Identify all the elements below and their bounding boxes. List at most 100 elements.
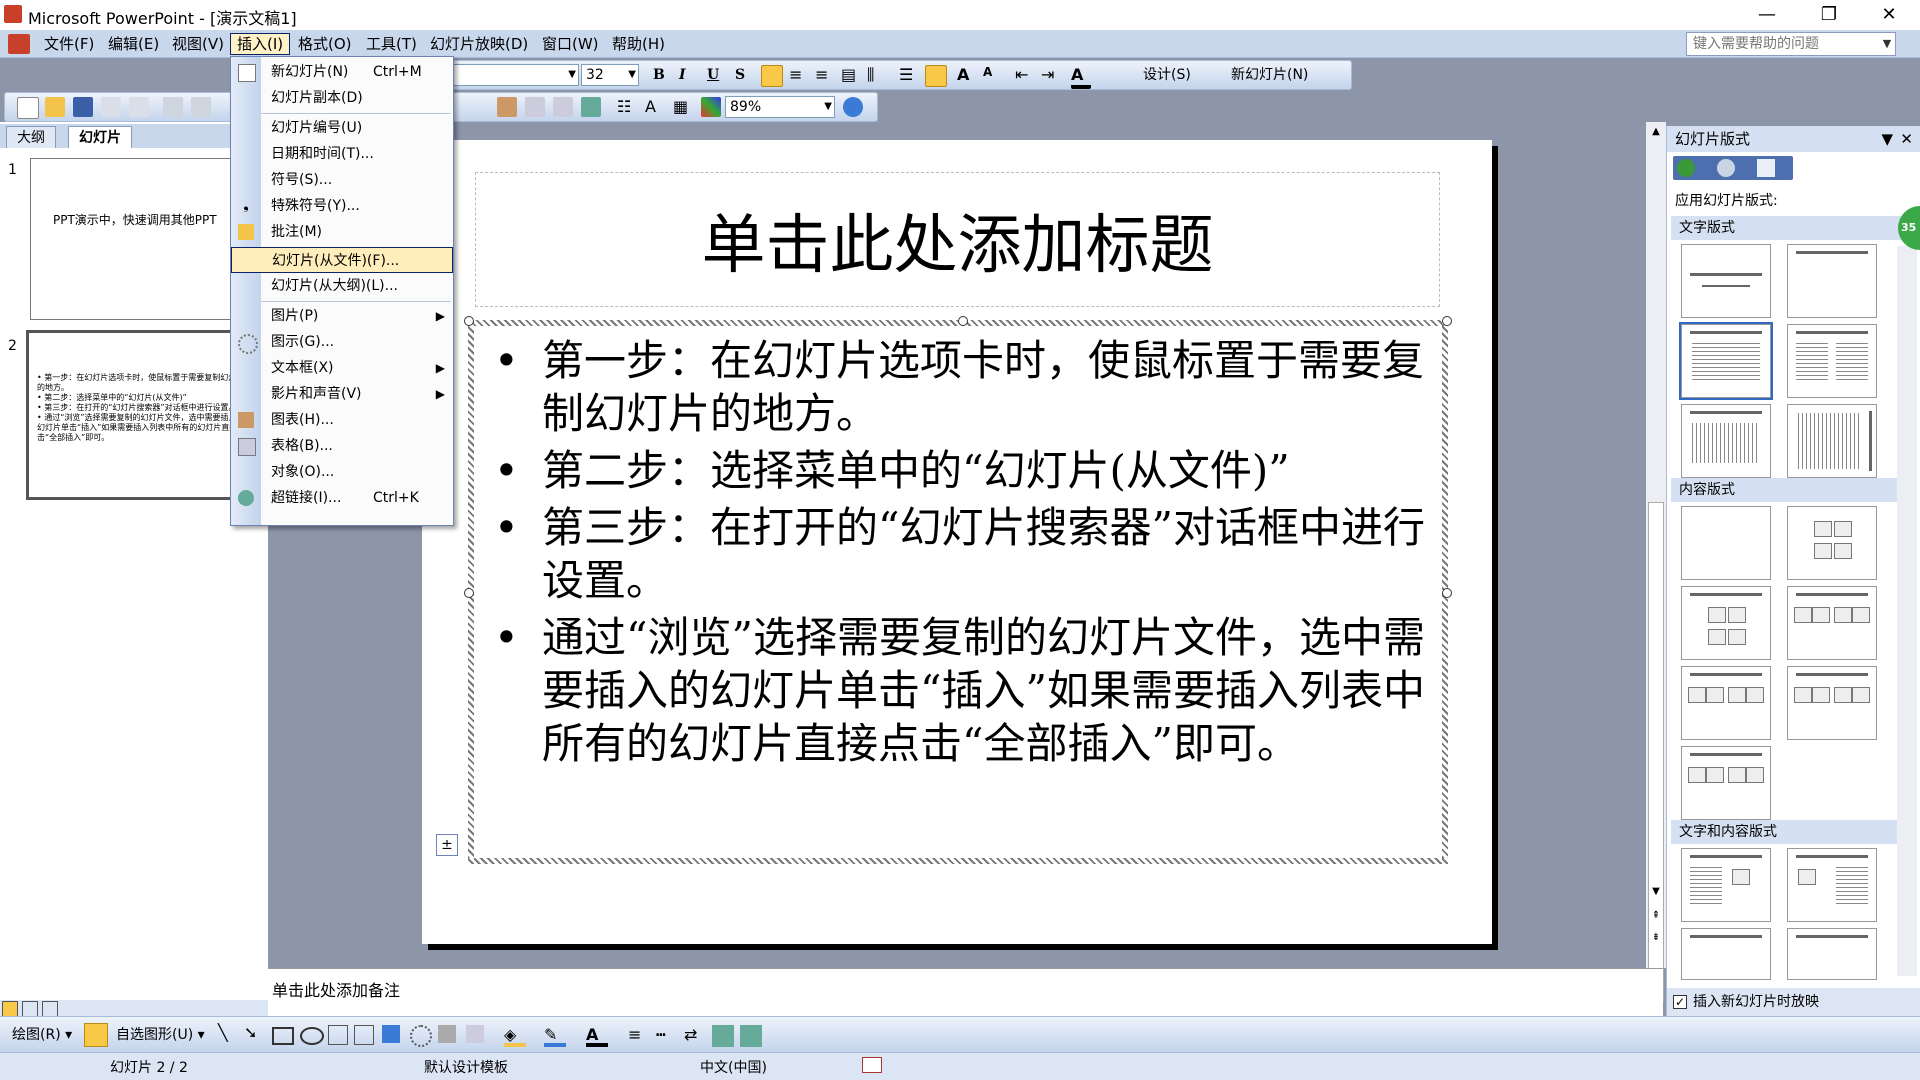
layout-title-two-content-two[interactable] <box>1787 666 1877 740</box>
align-center-icon[interactable]: ≡ <box>789 65 809 85</box>
insert-picture-icon[interactable] <box>466 1025 484 1043</box>
resize-handle[interactable] <box>464 588 474 598</box>
resize-handle[interactable] <box>958 316 968 326</box>
shadow-style-icon[interactable] <box>712 1025 734 1047</box>
layout-title-slide[interactable] <box>1681 244 1771 318</box>
layout-vertical-title-text[interactable] <box>1787 404 1877 478</box>
resize-handle[interactable] <box>1442 316 1452 326</box>
print-preview-icon[interactable] <box>191 97 211 117</box>
layout-two-content-text[interactable] <box>1787 928 1877 980</box>
shadow-button[interactable]: S <box>735 65 745 85</box>
underline-button[interactable]: U <box>707 65 719 85</box>
menu-item-textbox[interactable]: 文本框(X) ▶ <box>231 355 453 381</box>
grid-icon[interactable]: ▦ <box>673 97 693 117</box>
menu-item-duplicate-slide[interactable]: 幻灯片副本(D) <box>231 85 453 111</box>
autoshapes-button[interactable]: 自选图形(U) ▾ <box>116 1025 205 1045</box>
3d-style-icon[interactable] <box>740 1025 762 1047</box>
chevron-down-icon[interactable]: ▼ <box>1881 126 1893 152</box>
minimize-button[interactable]: — <box>1738 0 1796 30</box>
layout-content[interactable] <box>1787 506 1877 580</box>
help-icon[interactable] <box>843 97 863 117</box>
align-left-icon[interactable] <box>761 65 783 87</box>
menu-slideshow[interactable]: 幻灯片放映(D) <box>424 33 534 55</box>
menu-item-special-symbol[interactable]: ❟ 特殊符号(Y)... <box>231 193 453 219</box>
line-icon[interactable]: ╲ <box>218 1023 240 1045</box>
task-pane-scrollbar[interactable] <box>1897 246 1917 976</box>
dash-style-icon[interactable]: ┅ <box>656 1025 678 1047</box>
zoom-select[interactable]: 89% ▼ <box>725 96 835 118</box>
menu-item-diagram[interactable]: 图示(G)... <box>231 329 453 355</box>
align-right-icon[interactable]: ≡ <box>815 65 835 85</box>
bullet-item[interactable]: 第三步：在打开的“幻灯片搜索器”对话框中进行设置。 <box>494 501 1444 607</box>
scroll-thumb[interactable] <box>1648 502 1664 1002</box>
layout-blank[interactable] <box>1681 506 1771 580</box>
decrease-indent-icon[interactable]: ⇤ <box>1015 65 1035 85</box>
bullet-item[interactable]: 第二步：选择菜单中的“幻灯片(从文件)” <box>494 444 1444 497</box>
oval-icon[interactable] <box>300 1027 324 1045</box>
email-icon[interactable] <box>129 97 149 117</box>
slideshow-icon[interactable] <box>42 1001 58 1017</box>
expand-icon[interactable]: ☷ <box>617 97 637 117</box>
print-icon[interactable] <box>163 97 183 117</box>
spelling-status-icon[interactable] <box>862 1057 882 1073</box>
menu-item-slides-from-outline[interactable]: 幻灯片(从大纲)(L)... <box>231 273 453 299</box>
layout-title-four-content[interactable] <box>1681 746 1771 820</box>
arrow-icon[interactable]: ➘ <box>244 1023 266 1045</box>
forward-icon[interactable] <box>1717 159 1735 177</box>
resize-handle[interactable] <box>464 316 474 326</box>
fill-color-icon[interactable]: ◈ <box>504 1025 526 1047</box>
insert-picture-icon[interactable] <box>553 97 573 117</box>
help-search-input[interactable]: 键入需要帮助的问题 ▼ <box>1686 32 1896 56</box>
vertical-scrollbar[interactable]: ▲ ▼ ⇞ ⇟ <box>1646 122 1666 1002</box>
tab-outline[interactable]: 大纲 <box>6 126 56 148</box>
clipart-icon[interactable] <box>438 1025 456 1043</box>
insert-table-icon[interactable] <box>525 97 545 117</box>
chevron-down-icon[interactable]: ▼ <box>1879 33 1895 55</box>
font-color-icon[interactable]: A <box>1071 65 1091 89</box>
save-icon[interactable] <box>73 97 93 117</box>
menu-item-object[interactable]: 对象(O)... <box>231 459 453 485</box>
line-style-icon[interactable]: ≡ <box>628 1025 650 1047</box>
layout-title-and-text[interactable] <box>1679 322 1773 400</box>
bullet-item[interactable]: 第一步：在幻灯片选项卡时，使鼠标置于需要复制幻灯片的地方。 <box>494 334 1444 440</box>
decrease-font-icon[interactable]: A <box>983 65 1003 85</box>
bold-button[interactable]: B <box>653 65 665 85</box>
wordart-icon[interactable] <box>382 1025 400 1043</box>
menu-item-movies-sounds[interactable]: 影片和声音(V) ▶ <box>231 381 453 407</box>
menu-item-picture[interactable]: 图片(P) ▶ <box>231 303 453 329</box>
show-formatting-icon[interactable]: A <box>645 97 665 117</box>
menu-item-new-slide[interactable]: 新幻灯片(N) Ctrl+M <box>231 59 453 85</box>
menu-tools[interactable]: 工具(T) <box>360 33 423 55</box>
increase-indent-icon[interactable]: ⇥ <box>1041 65 1061 85</box>
notes-pane[interactable]: 单击此处添加备注 <box>268 968 1663 1016</box>
tab-slides[interactable]: 幻灯片 <box>68 126 132 148</box>
home-icon[interactable] <box>1757 159 1775 177</box>
previous-slide-icon[interactable]: ⇞ <box>1646 906 1666 926</box>
document-icon[interactable] <box>8 34 30 54</box>
font-color-icon[interactable]: A <box>586 1025 608 1047</box>
slide-thumbnail-2[interactable]: • 第一步：在幻灯片选项卡时，使鼠标置于需要复制幻灯片的地方。 • 第二步：选择… <box>26 330 262 500</box>
menu-item-comment[interactable]: 批注(M) <box>231 219 453 245</box>
scroll-down-icon[interactable]: ▼ <box>1646 882 1666 902</box>
font-name-select[interactable]: ▼ <box>453 64 579 86</box>
back-icon[interactable] <box>1677 159 1695 177</box>
menu-item-chart[interactable]: 图表(H)... <box>231 407 453 433</box>
menu-item-table[interactable]: 表格(B)... <box>231 433 453 459</box>
arrow-style-icon[interactable]: ⇄ <box>684 1025 706 1047</box>
menu-item-hyperlink[interactable]: 超链接(I)... Ctrl+K <box>231 485 453 511</box>
draw-menu-button[interactable]: 绘图(R) ▾ <box>12 1025 72 1045</box>
design-button[interactable]: 设计(S) <box>1143 65 1191 85</box>
rectangle-icon[interactable] <box>272 1027 294 1045</box>
permission-icon[interactable] <box>101 97 121 117</box>
normal-view-icon[interactable] <box>2 1001 18 1017</box>
restore-button[interactable]: ❐ <box>1800 0 1858 30</box>
menu-item-slides-from-file[interactable]: 幻灯片(从文件)(F)... <box>231 247 453 273</box>
open-folder-icon[interactable] <box>45 97 65 117</box>
insert-chart-icon[interactable] <box>497 97 517 117</box>
menu-help[interactable]: 帮助(H) <box>606 33 671 55</box>
menu-window[interactable]: 窗口(W) <box>536 33 605 55</box>
layout-text-content-right[interactable] <box>1787 848 1877 922</box>
menu-item-date-time[interactable]: 日期和时间(T)... <box>231 141 453 167</box>
layout-text-content-left[interactable] <box>1681 848 1771 922</box>
next-slide-icon[interactable]: ⇟ <box>1646 928 1666 948</box>
